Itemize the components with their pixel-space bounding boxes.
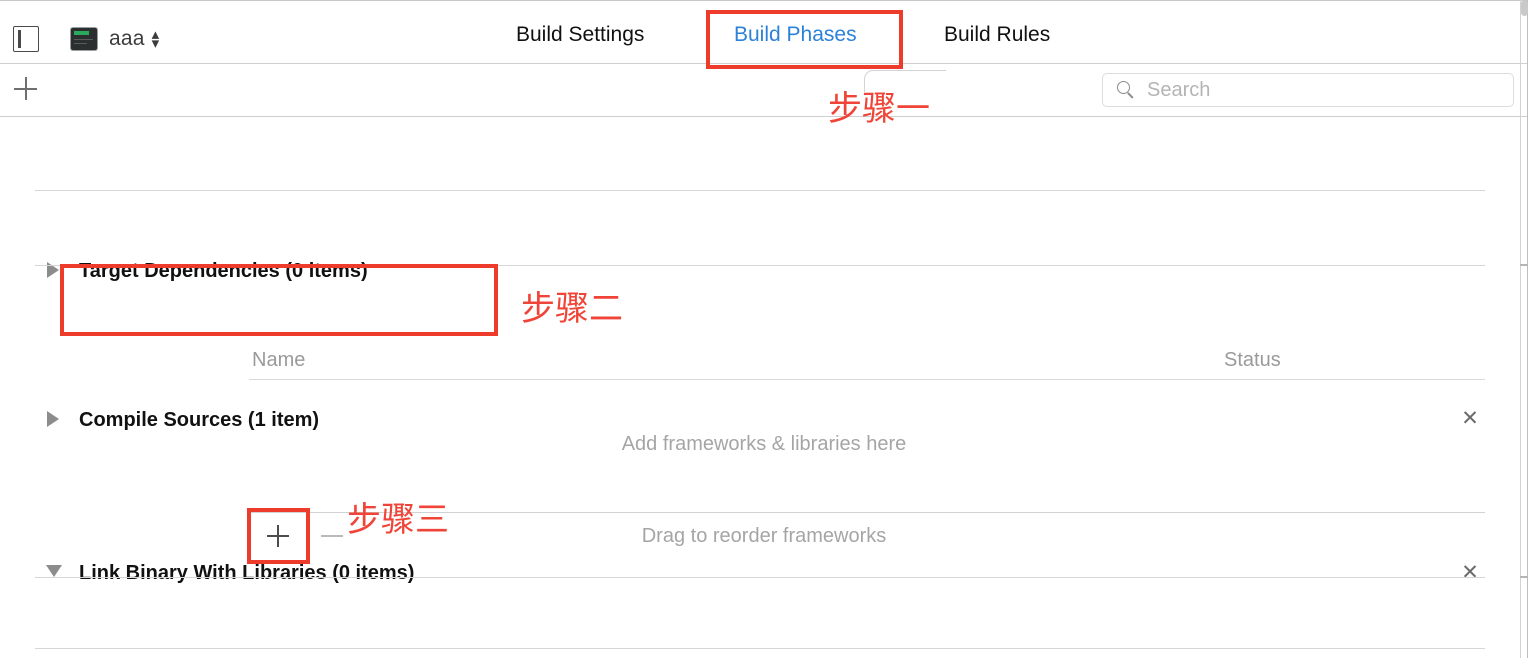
remove-phase-compile-sources[interactable]: ✕ — [1459, 408, 1481, 430]
empty-state-message: Add frameworks & libraries here — [621, 433, 907, 455]
toolbar-divider — [0, 116, 1528, 117]
phase-title-compile-sources: Compile Sources (1 item) — [79, 409, 320, 431]
editor-tab-bar: aaa ▴ ▾ Build Settings Build Phases Buil… — [0, 1, 1528, 63]
phase-divider-4 — [35, 648, 1485, 649]
scrollbar-notch-1 — [1520, 264, 1528, 266]
annotation-label-step-two: 步骤二 — [521, 289, 623, 329]
search-input[interactable]: Search — [1102, 73, 1514, 107]
scrollbar-gutter-line — [1520, 0, 1521, 658]
phase-row-compile-sources[interactable]: Compile Sources (1 item) ✕ — [0, 191, 1528, 431]
annotation-label-step-one: 步骤一 — [828, 89, 930, 129]
add-build-phase-plus-icon[interactable] — [14, 77, 38, 101]
search-icon-handle — [1127, 92, 1134, 99]
phase-row-copy-files[interactable]: Copy Files (0 items) ✕ — [0, 578, 1528, 644]
column-header-name: Name — [252, 349, 306, 371]
drag-reorder-hint: Drag to reorder frameworks — [641, 525, 887, 547]
xcode-build-phases-editor: aaa ▴ ▾ Build Settings Build Phases Buil… — [0, 0, 1528, 658]
tab-build-phases[interactable]: Build Phases — [734, 23, 857, 47]
column-header-status: Status — [1224, 349, 1281, 371]
search-placeholder-text: Search — [1147, 78, 1211, 101]
phase-row-link-binary[interactable]: Link Binary With Libraries (0 items) ✕ — [0, 266, 1528, 584]
annotation-label-step-three: 步骤三 — [347, 500, 449, 540]
disclosure-triangle-compile-sources[interactable] — [47, 411, 59, 427]
phase-toolbar: Search — [0, 64, 1528, 116]
disclosure-triangle-link-binary[interactable] — [46, 565, 62, 577]
scrollbar-notch-2 — [1520, 576, 1528, 578]
tab-group: Build Settings Build Phases Build Rules — [0, 1, 1528, 63]
search-icon — [1116, 80, 1136, 100]
vertical-scrollbar-thumb[interactable] — [1521, 0, 1528, 16]
tab-build-settings[interactable]: Build Settings — [516, 23, 644, 47]
column-header-rule — [249, 379, 1485, 380]
phase-row-target-dependencies[interactable]: Target Dependencies (0 items) — [0, 120, 1528, 282]
tab-build-rules[interactable]: Build Rules — [944, 23, 1050, 47]
